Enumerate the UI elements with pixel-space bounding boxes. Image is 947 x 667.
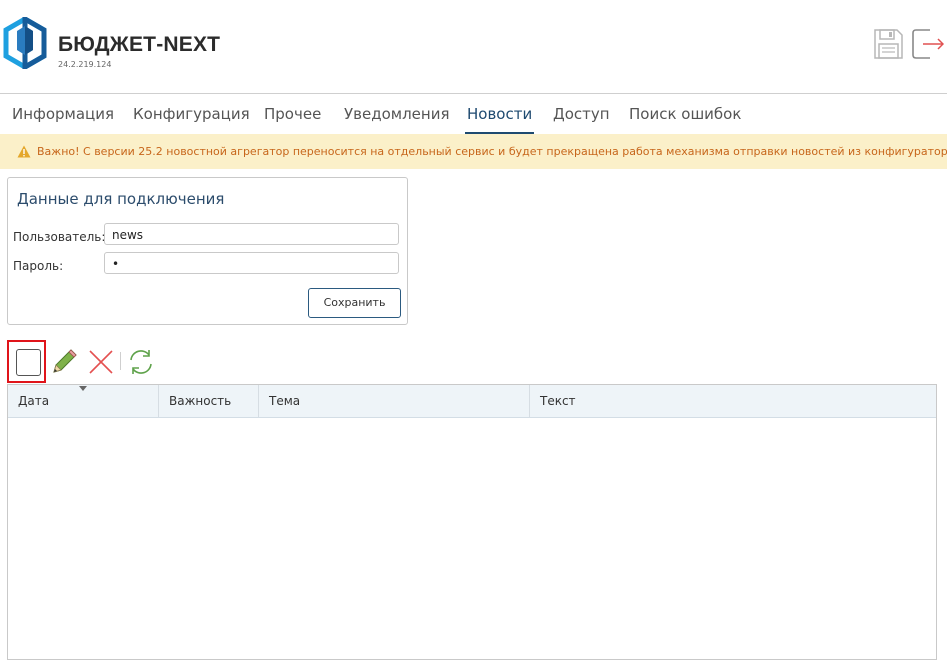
app-logo-icon <box>3 17 47 69</box>
warning-icon <box>17 145 31 158</box>
save-button[interactable]: Сохранить <box>308 288 401 318</box>
delete-cross-icon[interactable] <box>87 348 115 376</box>
column-subject[interactable]: Тема <box>259 385 530 417</box>
toolbar-divider <box>120 352 121 370</box>
grid-header: Дата Важность Тема Текст <box>8 385 936 418</box>
app-version: 24.2.219.124 <box>58 60 112 69</box>
password-label: Пароль: <box>13 259 64 273</box>
tab-other[interactable]: Прочее <box>264 94 321 132</box>
tab-access[interactable]: Доступ <box>553 94 610 132</box>
news-grid: Дата Важность Тема Текст <box>7 384 937 660</box>
warning-banner: Важно! С версии 25.2 новостной агрегатор… <box>0 134 947 169</box>
refresh-icon[interactable] <box>125 346 157 378</box>
tab-news[interactable]: Новости <box>465 94 535 134</box>
password-field[interactable]: • <box>104 252 399 274</box>
warning-text: Важно! С версии 25.2 новостной агрегатор… <box>37 145 947 158</box>
column-date[interactable]: Дата <box>8 385 159 417</box>
grid-body <box>8 418 936 659</box>
column-importance[interactable]: Важность <box>159 385 259 417</box>
tab-information[interactable]: Информация <box>12 94 114 132</box>
tab-bar: Информация Конфигурация Прочее Уведомлен… <box>0 94 947 134</box>
news-toolbar <box>7 340 207 384</box>
save-icon[interactable] <box>871 27 905 61</box>
pencil-icon[interactable] <box>49 347 79 377</box>
column-date-label: Дата <box>18 394 50 408</box>
app-title: БЮДЖЕТ-NEXT <box>58 33 221 56</box>
tab-error-search[interactable]: Поиск ошибок <box>629 94 741 132</box>
new-document-icon <box>16 349 41 376</box>
new-news-button[interactable] <box>7 340 46 383</box>
user-label: Пользователь: <box>13 230 106 244</box>
tab-notifications[interactable]: Уведомления <box>344 94 449 132</box>
tab-configuration[interactable]: Конфигурация <box>133 94 250 132</box>
user-field[interactable]: news <box>104 223 399 245</box>
connection-panel: Данные для подключения Пользователь: new… <box>7 177 408 325</box>
sort-desc-icon <box>79 386 87 391</box>
panel-title: Данные для подключения <box>17 190 225 208</box>
exit-icon[interactable] <box>910 27 944 61</box>
app-header: БЮДЖЕТ-NEXT 24.2.219.124 <box>0 0 947 94</box>
column-text[interactable]: Текст <box>530 385 936 417</box>
